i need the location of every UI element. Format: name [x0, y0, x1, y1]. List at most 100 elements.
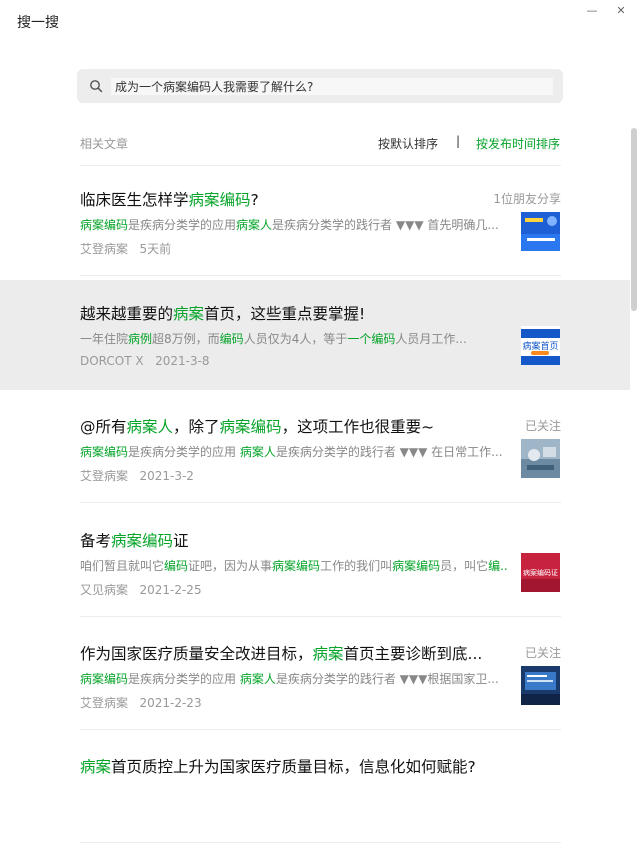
- article-source[interactable]: 艾登病案: [80, 696, 128, 710]
- text-segment: 人员月工作...: [395, 332, 467, 346]
- article-source[interactable]: 艾登病案: [80, 469, 128, 483]
- article-snippet: 病案编码是疾病分类学的应用 病案人是疾病分类学的践行者 ▼▼▼根据国家卫...: [80, 670, 508, 687]
- text-segment: 一年住院: [80, 332, 129, 346]
- article-source[interactable]: DORCOT X: [80, 354, 144, 368]
- article-source[interactable]: 又见病案: [80, 583, 128, 597]
- article-meta: 又见病案 2021-2-25: [80, 581, 202, 598]
- keyword-highlight: 病案人: [236, 218, 273, 232]
- window-title: 搜一搜: [17, 15, 59, 31]
- text-segment: 是疾病分类学的应用: [128, 218, 237, 232]
- text-segment: 是疾病分类学的践行者 ▼▼▼根据国家卫...: [275, 672, 499, 686]
- article-snippet: 病案编码是疾病分类学的应用 病案人是疾病分类学的践行者 ▼▼▼ 在日常工作...: [80, 443, 508, 460]
- article-date: 2021-3-8: [155, 354, 210, 368]
- article-thumbnail[interactable]: [521, 666, 560, 705]
- text-segment: @所有: [80, 418, 127, 436]
- article-snippet: 咱们暂且就叫它编码证吧，因为从事病案编码工作的我们叫病案编码员，叫它编...: [80, 557, 508, 574]
- keyword-highlight: 编...: [488, 559, 508, 573]
- text-segment: 超8万例，而: [152, 332, 220, 346]
- article-thumbnail[interactable]: [521, 212, 560, 251]
- text-segment: 是疾病分类学的应用: [128, 445, 240, 459]
- article-side-info: 1位朋友分享: [493, 192, 561, 206]
- article-date: 2021-2-25: [139, 583, 202, 597]
- article-title[interactable]: 越来越重要的病案首页，这些重点要掌握!: [80, 302, 500, 324]
- text-segment: 人员仅为4人，等于: [243, 332, 348, 346]
- article-meta: 艾登病案 2021-2-23: [80, 694, 202, 711]
- article-meta: 艾登病案 5天前: [80, 240, 171, 257]
- article-item[interactable]: 病案首页质控上升为国家医疗质量目标，信息化如何赋能?: [0, 733, 630, 843]
- keyword-highlight: 病案人: [126, 418, 174, 436]
- keyword-highlight: 病案编码: [80, 218, 129, 232]
- article-title[interactable]: 作为国家医疗质量安全改进目标，病案首页主要诊断到底...: [80, 642, 500, 664]
- text-segment: 咱们暂且就叫它: [80, 559, 165, 573]
- keyword-highlight: 病案: [312, 645, 344, 663]
- text-segment: 作为国家医疗质量安全改进目标，: [80, 645, 313, 663]
- article-source[interactable]: 艾登病案: [80, 242, 128, 256]
- article-date: 2021-2-23: [139, 696, 202, 710]
- text-segment: 证: [173, 532, 189, 550]
- article-divider: [80, 616, 561, 617]
- article-thumbnail[interactable]: 病案首页: [521, 326, 560, 365]
- scrollbar-thumb[interactable]: [631, 128, 637, 311]
- sort-divider: |: [456, 134, 461, 148]
- keyword-highlight: 病案: [173, 305, 205, 323]
- article-item[interactable]: 越来越重要的病案首页，这些重点要掌握! 一年住院病例超8万例，而编码人员仅为4人，…: [0, 280, 630, 390]
- text-segment: 是疾病分类学的践行者 ▼▼▼ 在日常工作...: [275, 445, 503, 459]
- article-divider: [80, 729, 561, 730]
- article-item[interactable]: 备考病案编码证 咱们暂且就叫它编码证吧，因为从事病案编码工作的我们叫病案编码员，叫…: [0, 507, 630, 617]
- article-snippet: 一年住院病例超8万例，而编码人员仅为4人，等于一个编码人员月工作...: [80, 330, 508, 347]
- article-meta: 艾登病案 2021-3-2: [80, 467, 194, 484]
- svg-text:病案编码证: 病案编码证: [523, 568, 558, 577]
- keyword-highlight: 病案编码: [219, 418, 282, 436]
- minimize-button[interactable]: —: [585, 4, 599, 18]
- text-segment: 是疾病分类学的践行者 ▼▼▼ 首先明确几...: [272, 218, 499, 232]
- article-date: 2021-3-2: [139, 469, 194, 483]
- keyword-highlight: 病案编码: [111, 532, 174, 550]
- article-title[interactable]: 临床医生怎样学病案编码?: [80, 188, 500, 210]
- text-segment: 员，叫它: [440, 559, 489, 573]
- text-segment: 备考: [80, 532, 112, 550]
- article-item[interactable]: 作为国家医疗质量安全改进目标，病案首页主要诊断到底... 已关注 病案编码是疾病分类…: [0, 620, 630, 730]
- article-meta: DORCOT X 2021-3-8: [80, 354, 210, 368]
- article-title[interactable]: @所有病案人，除了病案编码，这项工作也很重要~: [80, 415, 500, 437]
- text-segment: 证吧，因为从事: [188, 559, 273, 573]
- article-thumbnail[interactable]: 病案编码证: [521, 553, 560, 592]
- article-title[interactable]: 病案首页质控上升为国家医疗质量目标，信息化如何赋能?: [80, 755, 500, 777]
- section-label: 相关文章: [80, 137, 129, 151]
- article-divider: [80, 275, 561, 276]
- close-button[interactable]: ✕: [614, 4, 628, 18]
- keyword-highlight: 编码: [164, 559, 189, 573]
- svg-text:病案首页: 病案首页: [522, 340, 558, 352]
- text-segment: 首页，这些重点要掌握!: [204, 305, 366, 323]
- keyword-highlight: 病案编码: [392, 559, 441, 573]
- keyword-highlight: 病案人: [239, 445, 276, 459]
- search-box[interactable]: [77, 69, 563, 103]
- sort-by-time-button[interactable]: 按发布时间排序: [476, 135, 560, 152]
- article-side-info: 已关注: [524, 646, 561, 660]
- text-segment: 首页主要诊断到底...: [343, 645, 483, 663]
- text-segment: ?: [250, 191, 259, 209]
- article-date: 5天前: [139, 242, 172, 256]
- search-icon: [90, 80, 103, 93]
- keyword-highlight: 一个编码: [347, 332, 396, 346]
- article-title[interactable]: 备考病案编码证: [80, 529, 500, 551]
- article-item[interactable]: 临床医生怎样学病案编码? 1位朋友分享 病案编码是疾病分类学的应用病案人是疾病分类学…: [0, 166, 630, 276]
- sort-default-button[interactable]: 按默认排序: [378, 135, 438, 152]
- keyword-highlight: 病案编码: [188, 191, 251, 209]
- keyword-highlight: 病例: [128, 332, 153, 346]
- text-segment: 工作的我们叫: [320, 559, 393, 573]
- text-segment: 临床医生怎样学: [80, 191, 189, 209]
- text-segment: 越来越重要的: [80, 305, 174, 323]
- text-segment: ，除了: [173, 418, 220, 436]
- article-thumbnail[interactable]: [521, 439, 560, 478]
- article-divider: [80, 502, 561, 503]
- keyword-highlight: 病案编码: [80, 445, 129, 459]
- text-segment: ，这项工作也很重要~: [281, 418, 435, 436]
- search-input[interactable]: [111, 78, 553, 95]
- article-item[interactable]: @所有病案人，除了病案编码，这项工作也很重要~ 已关注 病案编码是疾病分类学的应用 …: [0, 393, 630, 503]
- article-side-info: 已关注: [524, 419, 561, 433]
- keyword-highlight: 病案编码: [80, 672, 129, 686]
- text-segment: 是疾病分类学的应用: [128, 672, 240, 686]
- keyword-highlight: 病案人: [239, 672, 276, 686]
- keyword-highlight: 病案编码: [272, 559, 321, 573]
- keyword-highlight: 编码: [219, 332, 244, 346]
